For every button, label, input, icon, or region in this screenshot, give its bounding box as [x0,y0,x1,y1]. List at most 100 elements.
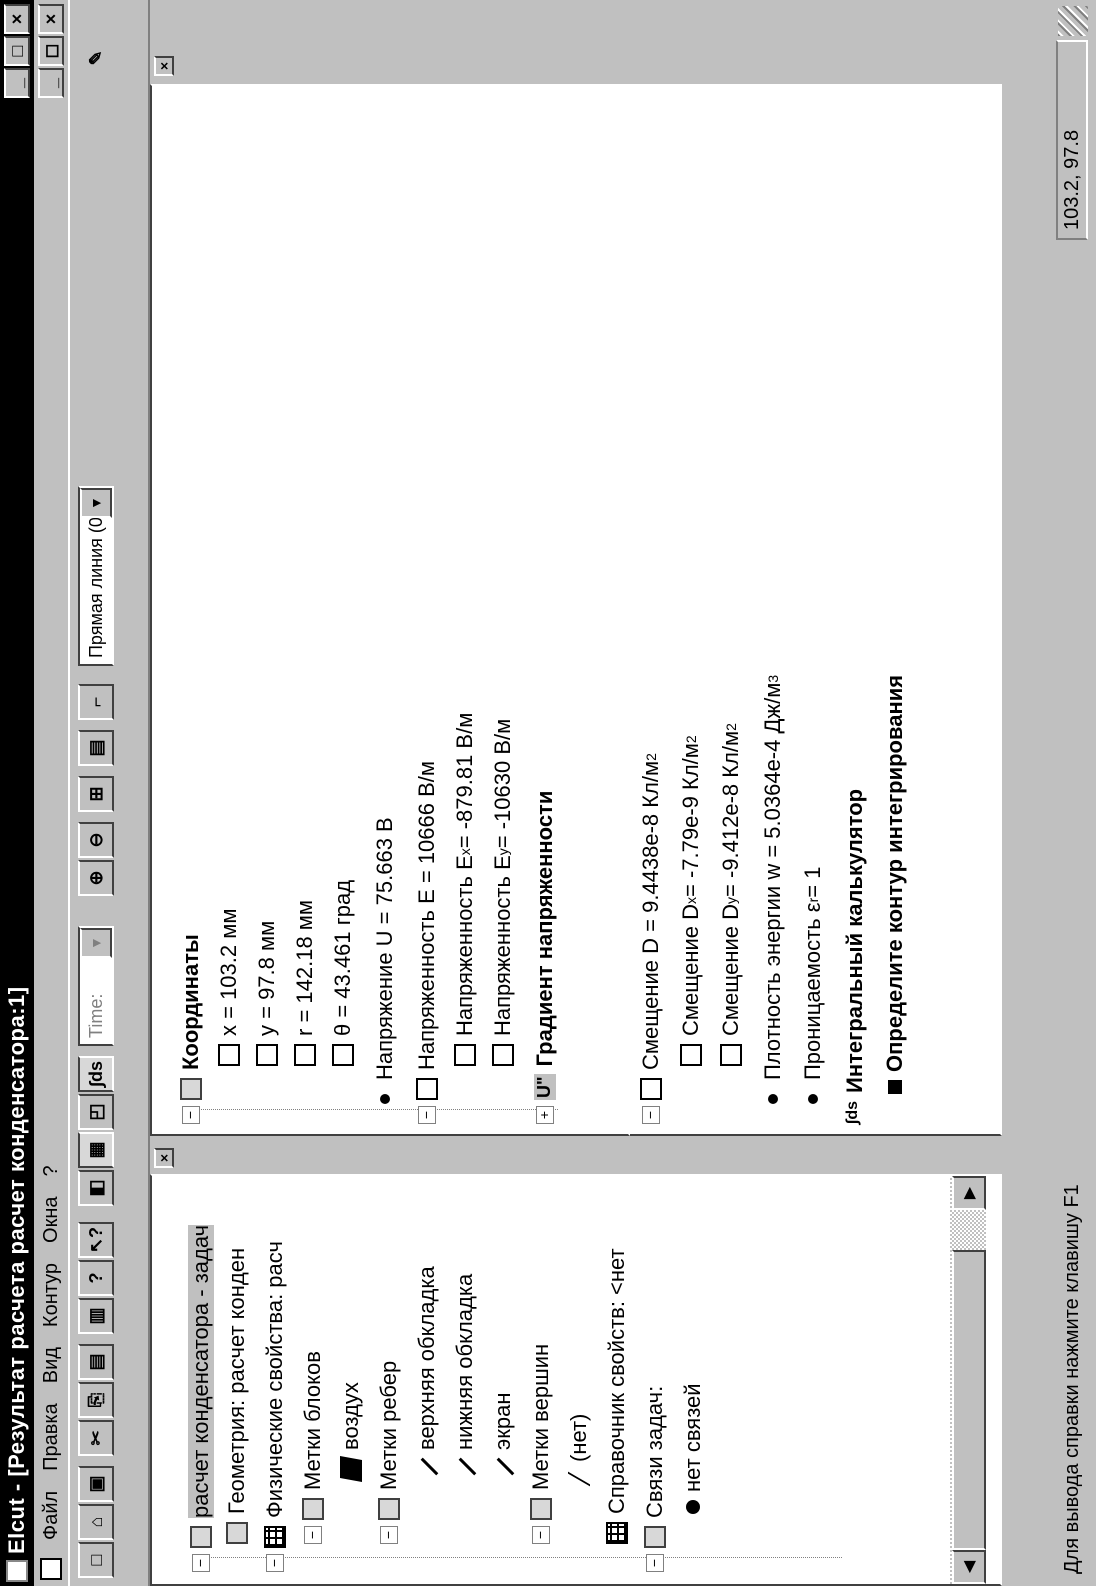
resize-grip-icon[interactable] [1058,6,1088,36]
close-button[interactable]: × [4,4,30,34]
collapse-icon[interactable]: − [266,1554,284,1572]
result-y: y = 97.8 мм [254,921,280,1066]
menu-windows[interactable]: Окна [40,1186,63,1252]
tree-item-label: Справочник свойств: <нет [604,1248,629,1514]
collapse-icon[interactable]: − [304,1526,322,1544]
folder-icon [378,1498,400,1520]
local-values-icon[interactable]: ▦ [78,1132,114,1168]
coords-group[interactable]: − Координаты [178,934,204,1124]
context-help-icon[interactable]: ↖? [78,1222,114,1258]
tree-item-label: воздух [338,1382,363,1450]
contour-icon[interactable]: ⌐ [78,684,114,720]
define-contour-item[interactable]: Определите контур интегрирования [882,675,908,1094]
collapse-icon[interactable]: − [418,1106,436,1124]
result-Ey: Напряженность Ey = -10630 В/м [490,719,516,1066]
grad-header: Градиент напряженности [532,790,557,1067]
tree-item-edge-labels[interactable]: − Метки ребер [376,1361,402,1544]
result-D[interactable]: − Смещение D = 9.4438e-8 Кл/м 2 [638,753,664,1124]
tree-item-lower-plate[interactable]: нижняя обкладка [452,1274,478,1481]
add-contour-icon[interactable]: ✎ [78,40,114,76]
tree-item-vertex-labels[interactable]: − Метки вершин [528,1344,554,1544]
grad-group[interactable]: + U" Градиент напряженности [532,791,558,1124]
tree-item-physics[interactable]: − Физические свойства: расч [262,1241,288,1572]
integral-group[interactable]: ∫ds Интегральный калькулятор [842,789,868,1124]
panel-close-icon[interactable]: × [154,1148,174,1168]
results-close-icon[interactable]: × [154,56,174,76]
zoom-out-icon[interactable]: ⊖ [78,822,114,858]
tree-item-links[interactable]: − Связи задач: [642,1386,668,1572]
tree-item-air[interactable]: воздух [338,1382,364,1482]
mdi-minimize-button[interactable]: _ [38,68,64,98]
plot-icon[interactable]: ◰ [78,1094,114,1130]
save-icon[interactable]: ▣ [78,1466,114,1502]
document-icon[interactable] [40,1558,62,1580]
menu-edit[interactable]: Правка [40,1393,63,1481]
tree-item-label: (нет) [566,1413,591,1462]
coords-header: Координаты [178,934,203,1070]
vector-icon [640,1078,662,1100]
print-icon[interactable]: ▥ [78,1298,114,1334]
new-file-icon[interactable]: □ [78,1542,114,1578]
tree-item-label: Физические свойства: расч [262,1241,287,1518]
tree-item-none[interactable]: (нет) [566,1413,592,1487]
scroll-right-icon[interactable]: ▶ [952,1176,986,1210]
chevron-down-icon[interactable]: ▼ [80,488,112,518]
mdi-restore-button[interactable]: ◻ [38,36,64,66]
line-type-label: Прямая линия (0°) [85,503,106,658]
cut-icon[interactable]: ✂ [78,1420,114,1456]
zoom-in-icon[interactable]: ⊕ [78,860,114,896]
result-U-label: Напряжение U = 75.663 В [372,817,397,1080]
paste-icon[interactable]: ▤ [78,1344,114,1380]
windows-icon[interactable]: ◧ [78,1170,114,1206]
chevron-down-icon[interactable]: ▼ [80,928,112,958]
collapse-icon[interactable]: − [192,1554,210,1572]
elcut-app-icon[interactable] [6,1560,28,1582]
tree-item-geometry[interactable]: Геометрия: расчет конден [224,1248,250,1544]
collapse-icon[interactable]: − [182,1106,200,1124]
status-hint: Для вывода справки нажмите клавишу F1 [1060,1184,1083,1574]
maximize-button[interactable]: □ [4,36,30,66]
tree-item-library[interactable]: Справочник свойств: <нет [604,1248,630,1544]
mdi-close-button[interactable]: × [38,4,64,34]
tree-item-upper-plate[interactable]: верхняя обкладка [414,1266,440,1481]
result-x: x = 103.2 мм [216,909,242,1066]
result-Dx-sub: x [683,896,699,904]
zoom-fit-icon[interactable]: ⊞ [78,776,114,812]
result-y-label: y = 97.8 мм [254,920,279,1036]
line-type-combo[interactable]: Прямая линия (0°) ▼ [78,486,114,666]
copy-icon[interactable]: ⎘ [78,1382,114,1418]
result-D-sup: 2 [643,753,659,761]
collapse-icon[interactable]: − [380,1526,398,1544]
result-Dx-label: Смещение D [678,903,703,1036]
toolbar: □ ⌂ ▣ ✂ ⎘ ▤ ▥ ? ↖? ◧ ▦ ◰ ∫ds Time: ▼ ⊕ ⊖… [68,0,150,1586]
vector-icon [256,1044,278,1066]
scroll-left-icon[interactable]: ◀ [952,1550,986,1584]
tree-item-label: Метки ребер [376,1360,401,1490]
result-r-label: r = 142.18 мм [292,899,317,1036]
help-icon[interactable]: ? [78,1260,114,1296]
time-combo-label: Time: [85,993,106,1038]
vector-icon [680,1044,702,1066]
tree-item-block-labels[interactable]: − Метки блоков [300,1351,326,1544]
result-Dy-label: Смещение D [718,903,743,1036]
result-theta-label: θ = 43.461 град [330,879,355,1036]
tree-root[interactable]: − расчет конденсатора - задач [188,1224,214,1572]
result-E[interactable]: − Напряженность E = 10666 В/м [414,761,440,1124]
collapse-icon[interactable]: − [532,1526,550,1544]
open-folder-icon[interactable]: ⌂ [78,1504,114,1540]
collapse-icon[interactable]: − [642,1106,660,1124]
time-combo[interactable]: Time: ▼ [78,926,114,1046]
menu-contour[interactable]: Контур [40,1253,63,1337]
minimize-button[interactable]: _ [4,68,30,98]
tree-hscroll-thumb[interactable] [952,1250,986,1550]
integral-icon[interactable]: ∫ds [78,1056,114,1092]
menu-file[interactable]: Файл [40,1481,63,1550]
legend-icon[interactable]: ▤ [78,730,114,766]
expand-icon[interactable]: + [536,1106,554,1124]
tree-item-screen[interactable]: экран [490,1393,516,1481]
result-Ex-value: = -879.81 В/м [452,712,477,849]
menu-view[interactable]: Вид [40,1337,63,1393]
collapse-icon[interactable]: − [646,1554,664,1572]
menu-help[interactable]: ? [40,1155,63,1186]
tree-item-no-links[interactable]: нет связей [680,1383,706,1514]
